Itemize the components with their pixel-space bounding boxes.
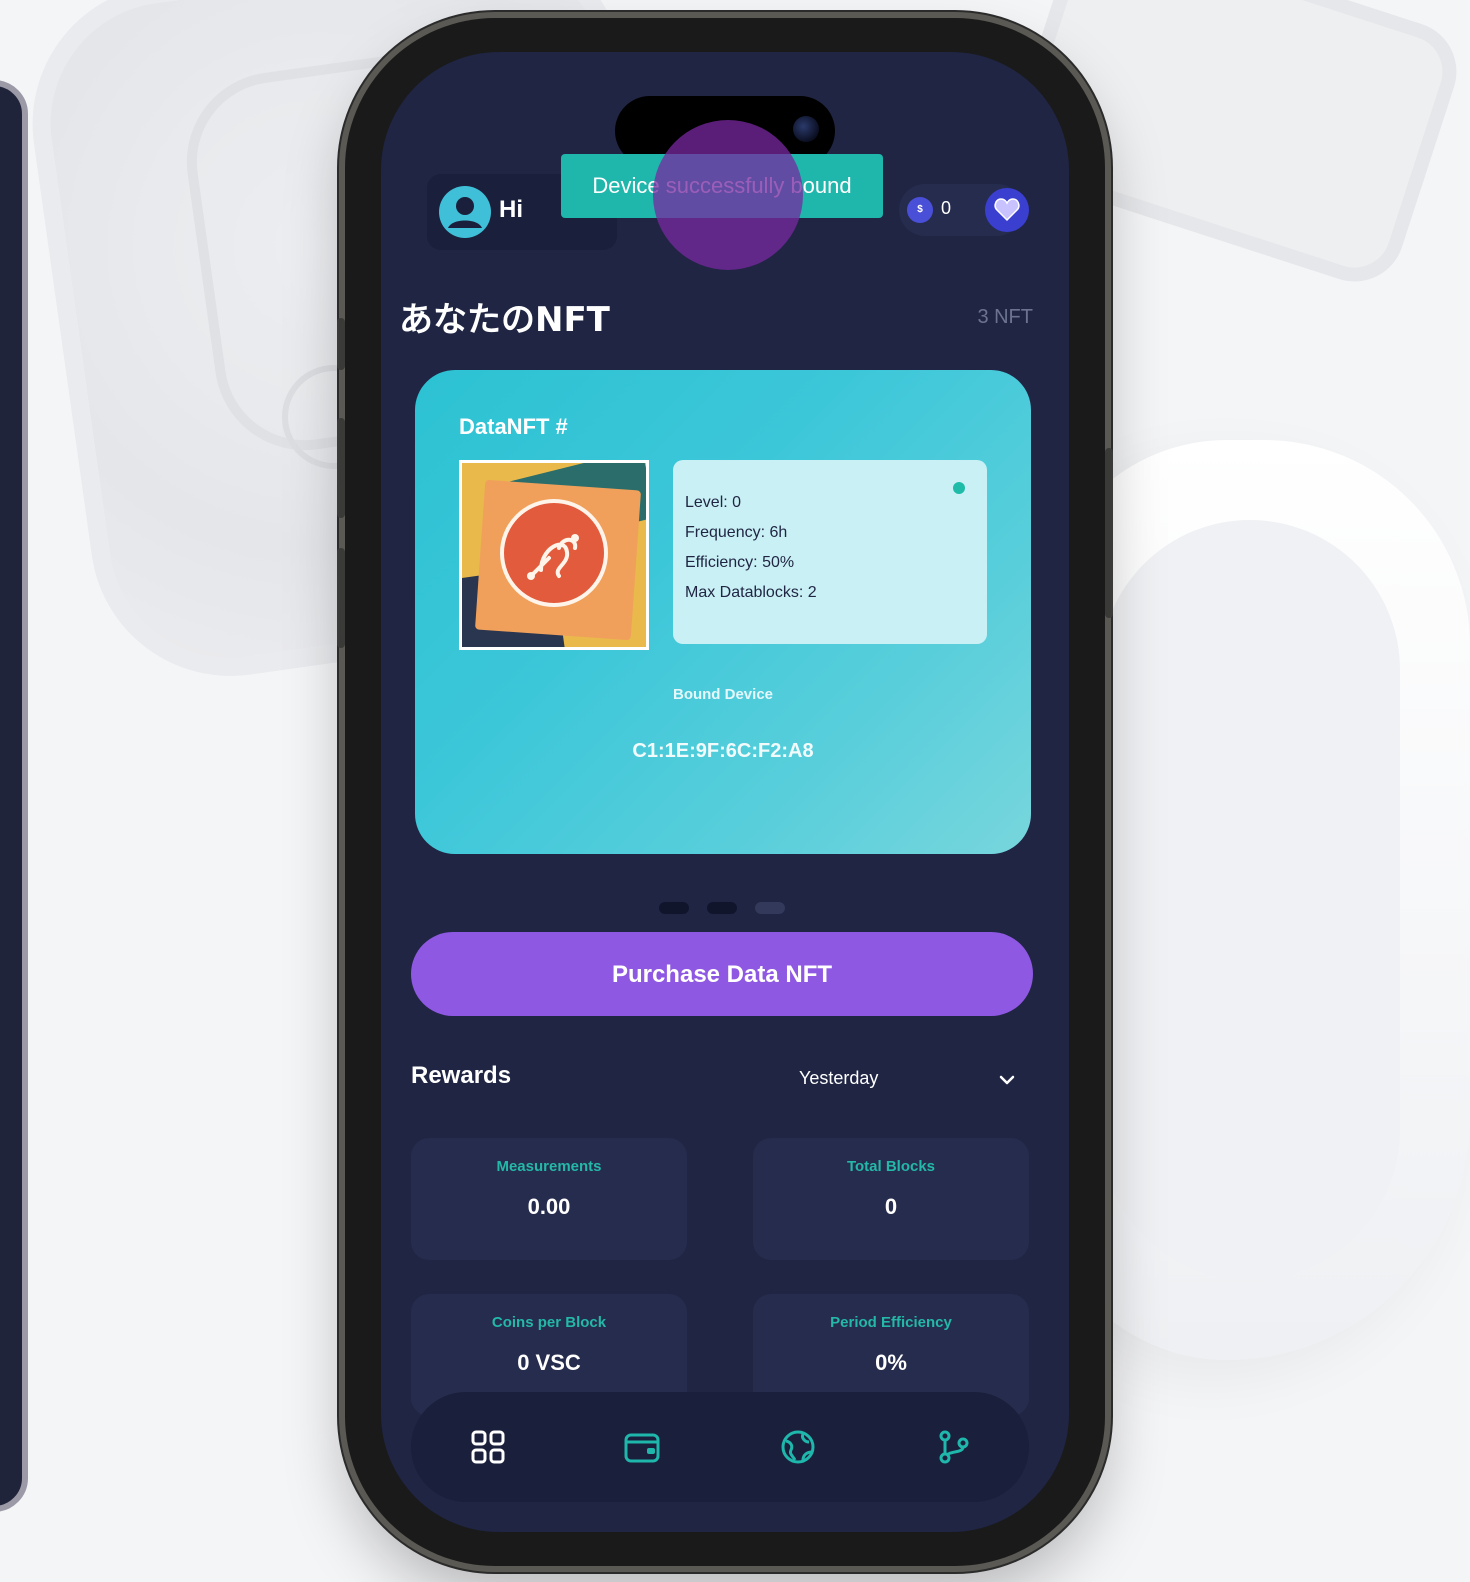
background-phone-edge xyxy=(0,80,28,1512)
nft-card-title: DataNFT # xyxy=(459,414,568,439)
touch-indicator xyxy=(653,120,803,270)
background-wristband-inner xyxy=(1100,520,1400,1280)
camera-icon xyxy=(793,116,819,142)
period-select[interactable]: Yesterday xyxy=(791,1060,1031,1100)
nav-globe-button[interactable] xyxy=(773,1422,823,1472)
nft-efficiency: Efficiency: 50% xyxy=(685,554,795,571)
rewards-title: Rewards xyxy=(411,1062,512,1089)
heart-icon xyxy=(994,198,1020,222)
page-title: あなたのNFT xyxy=(399,300,610,340)
phone-frame: Hi Device successfully bound $ 0 あなたのNFT… xyxy=(337,18,1113,1566)
nav-branch-button[interactable] xyxy=(929,1422,979,1472)
nft-frequency: Frequency: 6h xyxy=(685,524,788,541)
status-dot xyxy=(953,482,965,494)
bound-device-label: Bound Device xyxy=(672,686,774,703)
globe-icon xyxy=(781,1430,815,1464)
pager-dot[interactable] xyxy=(659,902,689,914)
app-screen: Hi Device successfully bound $ 0 あなたのNFT… xyxy=(381,52,1069,1532)
coin-balance-chip[interactable]: $ 0 xyxy=(899,184,1029,236)
side-button-silent xyxy=(337,318,345,370)
pager-dot[interactable] xyxy=(707,902,737,914)
health-heart-button[interactable] xyxy=(985,188,1029,232)
side-button-volume-up xyxy=(337,418,345,518)
period-value: Yesterday xyxy=(799,1068,879,1088)
greeting-text: Hi xyxy=(499,196,523,223)
pager-dot[interactable] xyxy=(755,902,785,914)
stat-card-total-blocks: Total Blocks 0 xyxy=(753,1138,1029,1260)
nav-wallet-button[interactable] xyxy=(617,1422,667,1472)
stat-label: Total Blocks xyxy=(846,1158,936,1175)
nft-count: 3 NFT xyxy=(977,306,1033,328)
nft-max-datablocks: Max Datablocks: 2 xyxy=(685,584,817,601)
chevron-down-icon xyxy=(999,1075,1015,1085)
brand-logo-icon xyxy=(500,499,608,607)
coin-balance: 0 xyxy=(941,198,952,218)
carousel-pager xyxy=(659,902,785,914)
wallet-icon xyxy=(624,1433,660,1463)
stat-label: Period Efficiency xyxy=(830,1314,952,1331)
dashboard-icon xyxy=(471,1430,505,1464)
side-button-volume-down xyxy=(337,548,345,648)
nft-artwork xyxy=(459,460,649,650)
branch-icon xyxy=(939,1430,969,1464)
coin-icon: $ xyxy=(907,197,933,223)
stat-card-measurements: Measurements 0.00 xyxy=(411,1138,687,1260)
purchase-data-nft-button[interactable]: Purchase Data NFT xyxy=(411,932,1033,1016)
stat-value: 0 xyxy=(884,1194,898,1219)
bound-device-id: C1:1E:9F:6C:F2:A8 xyxy=(632,740,814,762)
nav-dashboard-button[interactable] xyxy=(463,1422,513,1472)
stat-value: 0 VSC xyxy=(517,1350,581,1375)
stat-label: Measurements xyxy=(496,1158,602,1175)
bottom-navigation xyxy=(411,1392,1029,1502)
stat-label: Coins per Block xyxy=(491,1314,607,1331)
nft-level: Level: 0 xyxy=(685,494,742,511)
user-avatar-icon xyxy=(439,186,491,238)
stat-value: 0% xyxy=(875,1350,907,1375)
nft-card[interactable]: DataNFT # Level: 0 Frequency: 6h Efficie… xyxy=(415,370,1031,854)
stat-value: 0.00 xyxy=(527,1194,571,1219)
side-button-power xyxy=(1105,448,1113,618)
nft-info-panel: Level: 0 Frequency: 6h Efficiency: 50% M… xyxy=(673,460,987,644)
